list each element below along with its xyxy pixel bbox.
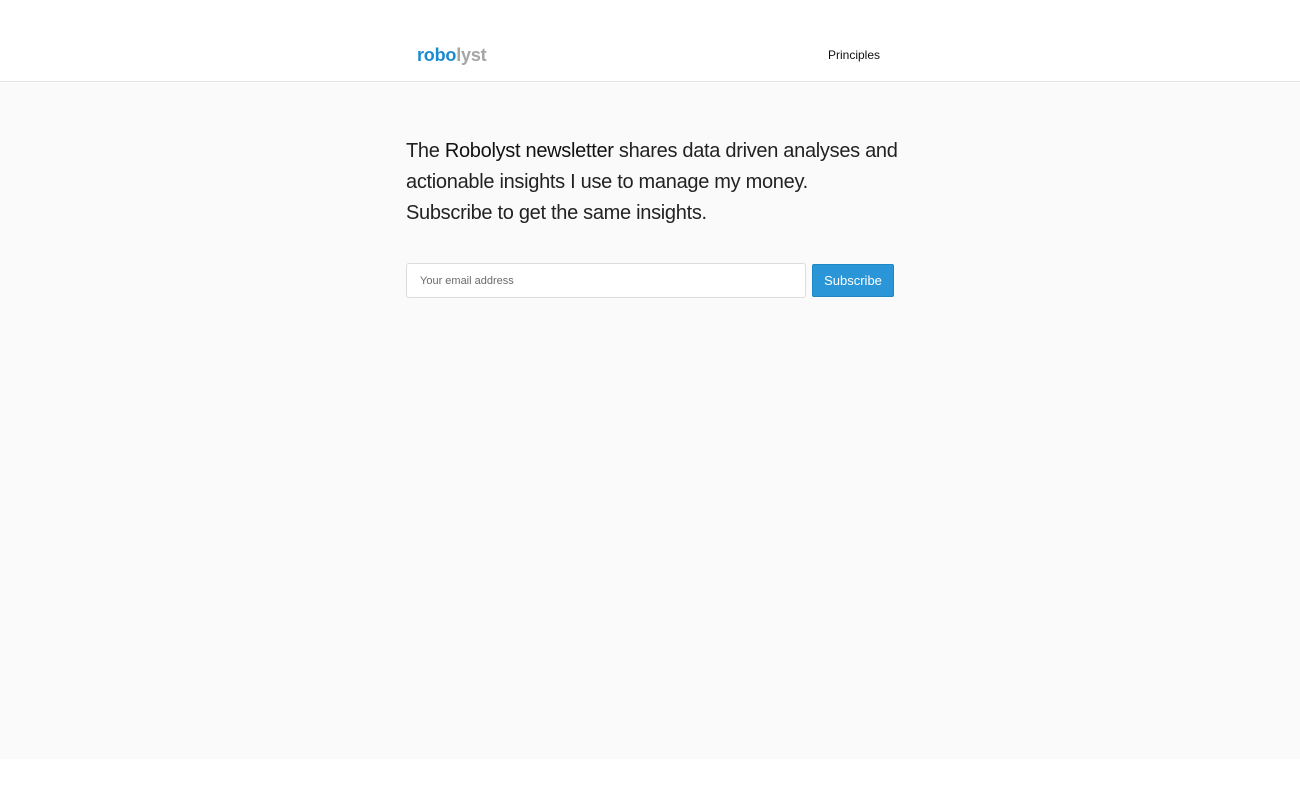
site-logo[interactable]: robolyst [417, 44, 487, 66]
subscribe-button[interactable]: Subscribe [812, 264, 894, 297]
email-input[interactable] [406, 263, 806, 298]
page-footer [0, 759, 1300, 788]
newsletter-intro: The Robolyst newsletter shares data driv… [406, 136, 898, 229]
nav-link-principles[interactable]: Principles [828, 47, 880, 63]
intro-text-before: The [406, 140, 445, 162]
newsletter-name: Robolyst newsletter [444, 140, 614, 162]
site-header: robolyst Principles [0, 0, 1300, 82]
logo-text-lyst: lyst [456, 45, 487, 65]
logo-text-robo: robo [417, 45, 457, 65]
